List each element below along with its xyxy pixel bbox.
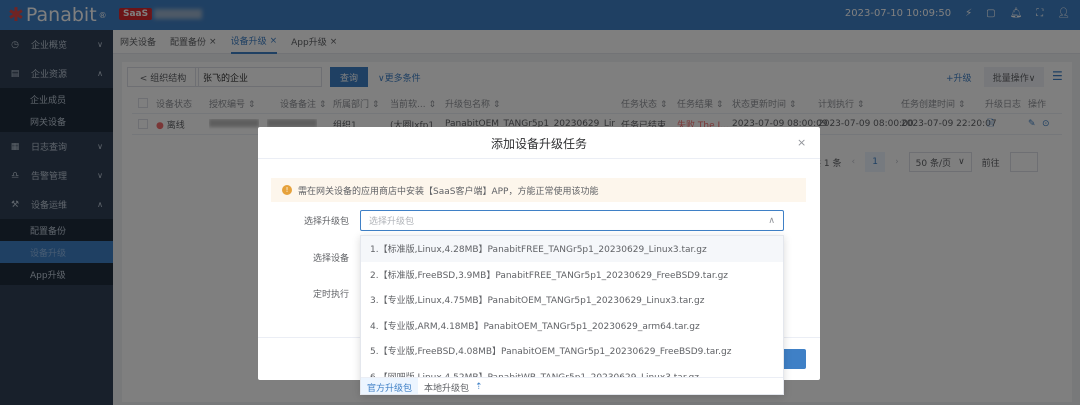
package-placeholder: 选择升级包 <box>369 217 415 227</box>
close-icon[interactable]: × <box>797 136 806 149</box>
dialog-title: 添加设备升级任务 <box>490 137 587 151</box>
package-option[interactable]: 4.【专业版,ARM,4.18MB】PanabitOEM_TANGr5p1_20… <box>361 313 783 339</box>
package-select[interactable]: 选择升级包 ∧ <box>360 210 784 231</box>
package-option[interactable]: 1.【标准版,Linux,4.28MB】PanabitFREE_TANGr5p1… <box>361 236 783 262</box>
package-dropdown: 1.【标准版,Linux,4.28MB】PanabitFREE_TANGr5p1… <box>360 235 784 395</box>
device-label: 选择设备 <box>312 254 349 264</box>
upload-icon[interactable]: ⇡ <box>475 382 483 392</box>
warning-alert: ! 需在网关设备的应用商店中安装【SaaS客户端】APP，方能正常使用该功能 <box>271 178 806 202</box>
alert-text: 需在网关设备的应用商店中安装【SaaS客户端】APP，方能正常使用该功能 <box>298 186 599 197</box>
package-option[interactable]: 2.【标准版,FreeBSD,3.9MB】PanabitFREE_TANGr5p… <box>361 262 783 288</box>
warning-icon: ! <box>282 185 292 195</box>
divider <box>258 158 820 159</box>
package-option[interactable]: 5.【专业版,FreeBSD,4.08MB】PanabitOEM_TANGr5p… <box>361 338 783 364</box>
chevron-up-icon: ∧ <box>768 215 775 226</box>
package-option[interactable]: 3.【专业版,Linux,4.75MB】PanabitOEM_TANGr5p1_… <box>361 287 783 313</box>
schedule-label: 定时执行 <box>312 290 349 300</box>
tab-local-packages[interactable]: 本地升级包 <box>418 378 475 394</box>
package-source-tabs: 官方升级包 本地升级包 ⇡ <box>361 377 783 394</box>
package-label: 选择升级包 <box>303 217 349 227</box>
tab-official-packages[interactable]: 官方升级包 <box>361 378 419 394</box>
